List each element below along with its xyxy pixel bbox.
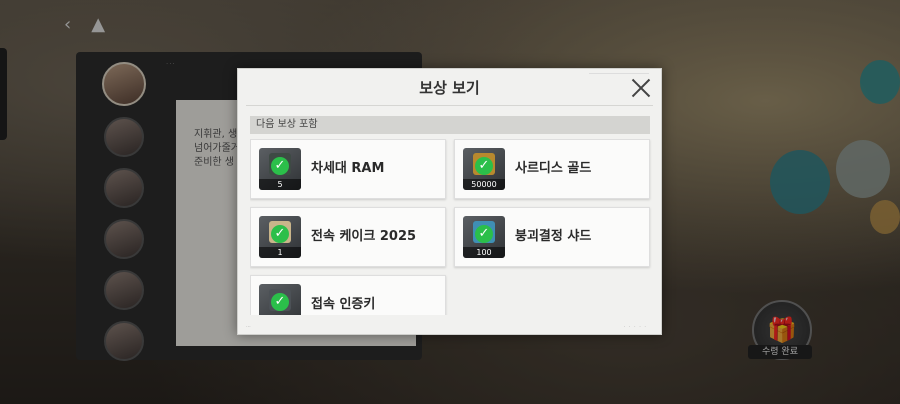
reward-item[interactable]: ✓ 1 전속 케이크 2025 <box>250 207 446 267</box>
close-icon[interactable] <box>630 77 652 99</box>
decorative-line <box>589 73 649 74</box>
divider <box>246 105 653 106</box>
check-icon: ✓ <box>475 157 493 175</box>
reward-item[interactable]: ✓ 접속 인증키 <box>250 275 446 315</box>
reward-name: 차세대 RAM <box>311 161 385 176</box>
reward-list[interactable]: ✓ 5 차세대 RAM ✓ 50000 사르디스 골드 ✓ 1 전속 케이크 2… <box>250 139 652 315</box>
ram-chip-icon: ✓ 5 <box>259 148 301 190</box>
check-icon: ✓ <box>271 293 289 311</box>
footer-mark: ··· <box>246 324 251 330</box>
reward-name: 전속 케이크 2025 <box>311 229 417 244</box>
access-key-icon: ✓ <box>259 284 301 315</box>
reward-item[interactable]: ✓ 5 차세대 RAM <box>250 139 446 199</box>
reward-quantity: 50000 <box>463 179 505 190</box>
reward-name: 사르디스 골드 <box>515 161 592 176</box>
check-icon: ✓ <box>475 225 493 243</box>
modal-title: 보상 보기 <box>419 79 480 97</box>
reward-quantity: 100 <box>463 247 505 258</box>
section-header: 다음 보상 포함 <box>250 116 650 134</box>
reward-item[interactable]: ✓ 50000 사르디스 골드 <box>454 139 650 199</box>
reward-quantity: 5 <box>259 179 301 190</box>
reward-preview-modal: 보상 보기 다음 보상 포함 ✓ 5 차세대 RAM ✓ 50000 사르디스 … <box>237 68 662 335</box>
check-icon: ✓ <box>271 225 289 243</box>
reward-name: 접속 인증키 <box>311 297 376 312</box>
footer-mark: · · · · · <box>623 324 647 330</box>
cake-icon: ✓ 1 <box>259 216 301 258</box>
check-icon: ✓ <box>271 157 289 175</box>
reward-name: 붕괴결정 샤드 <box>515 229 592 244</box>
gold-bar-icon: ✓ 50000 <box>463 148 505 190</box>
reward-quantity: 1 <box>259 247 301 258</box>
reward-item[interactable]: ✓ 100 붕괴결정 샤드 <box>454 207 650 267</box>
crystal-shard-icon: ✓ 100 <box>463 216 505 258</box>
